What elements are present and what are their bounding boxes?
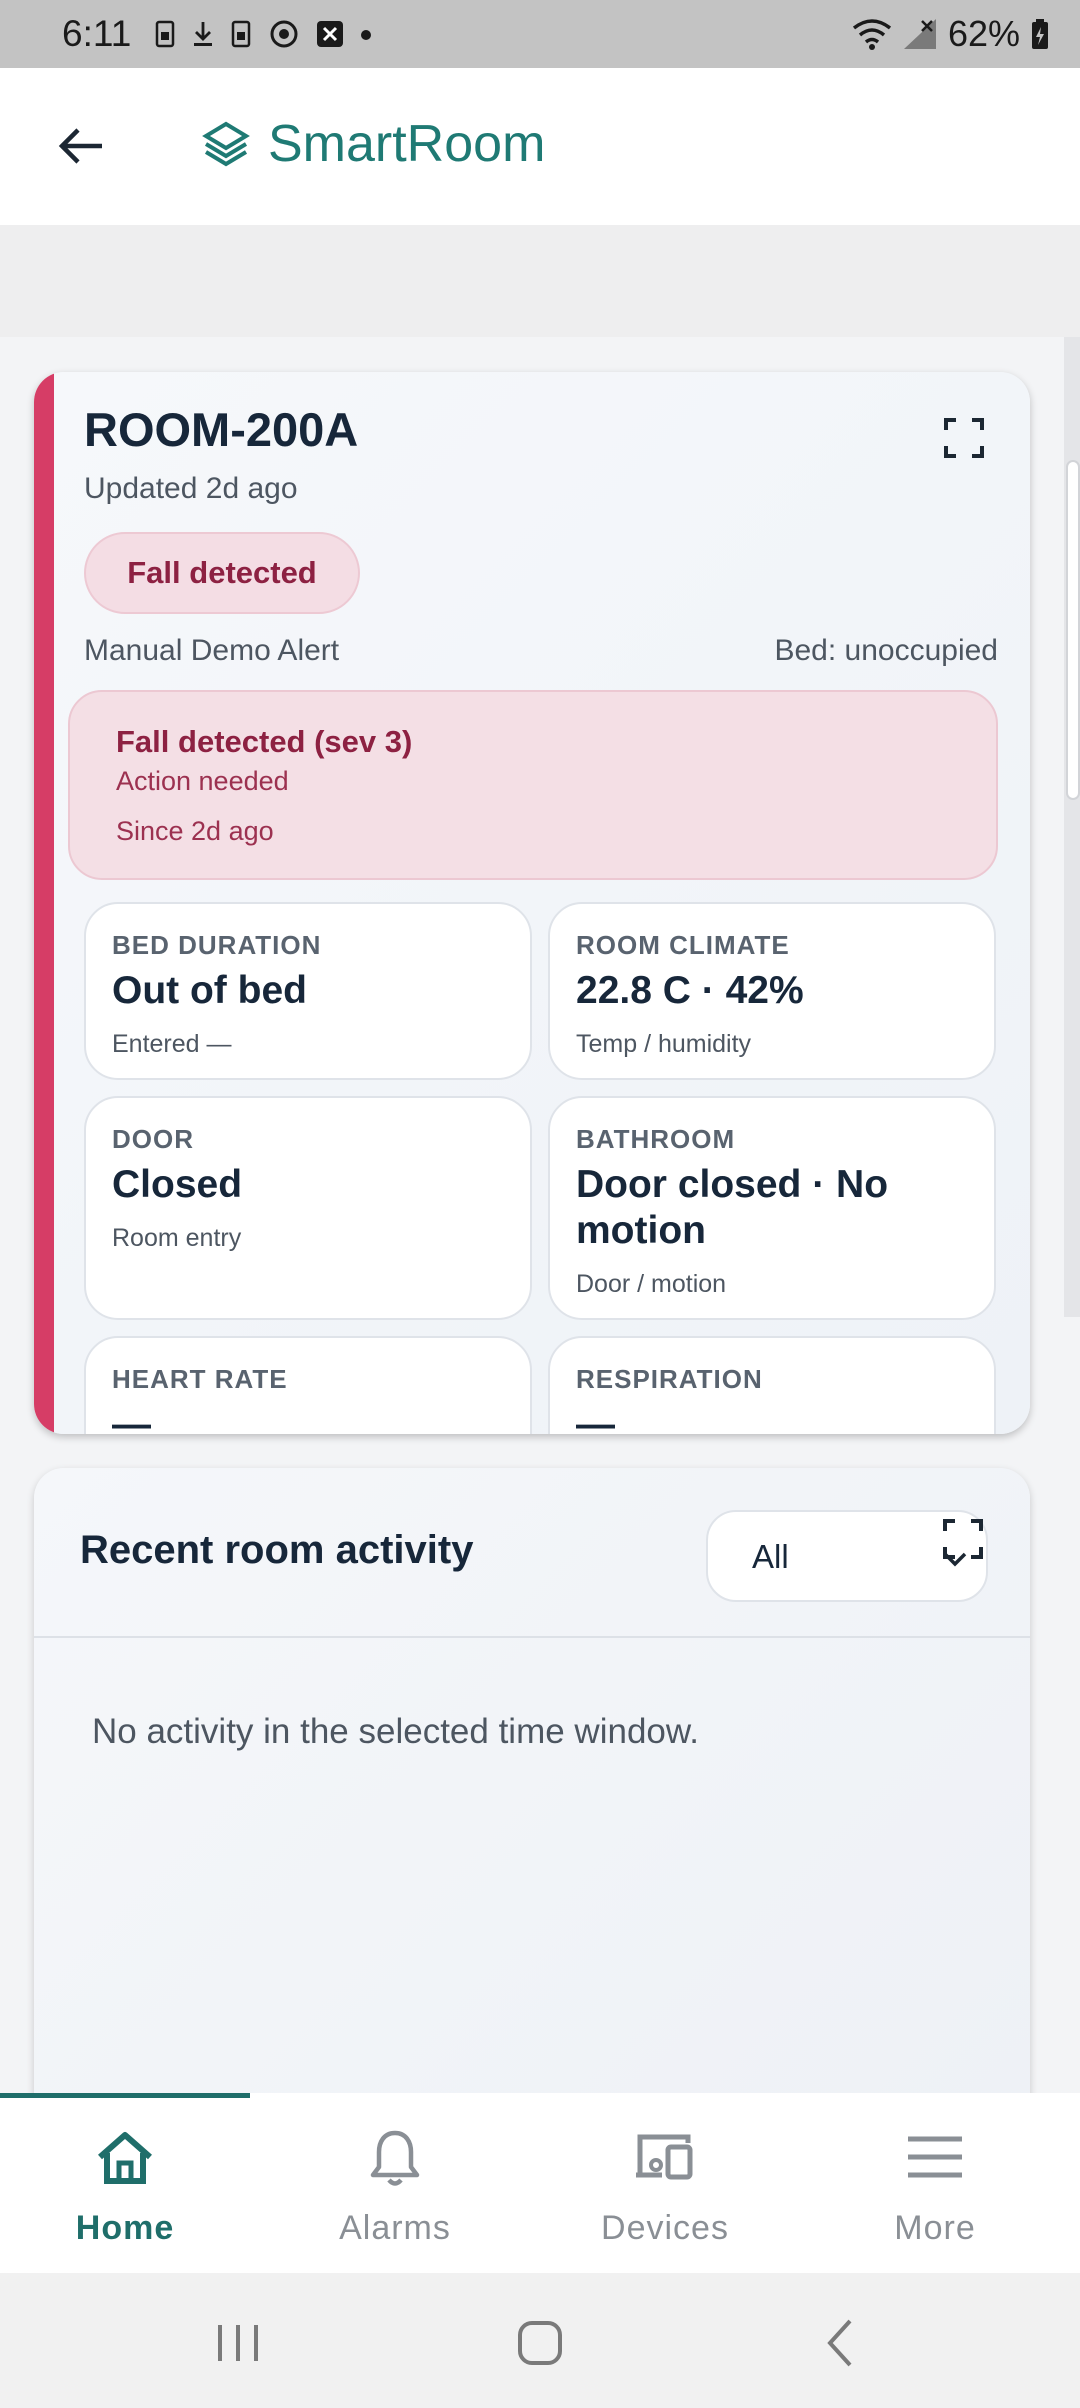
more-notifications-dot-icon <box>361 30 372 40</box>
menu-icon <box>908 2136 962 2178</box>
metric-respiration[interactable]: RESPIRATION — <box>548 1336 996 1434</box>
activity-title: Recent room activity <box>80 1528 474 1572</box>
metric-value: Closed <box>112 1163 243 1206</box>
recent-apps-icon[interactable] <box>208 2313 268 2373</box>
metric-bathroom[interactable]: BATHROOM Door closed · No motion Door / … <box>548 1096 996 1320</box>
nav-label: Devices <box>601 2209 729 2247</box>
metric-sub: Temp / humidity <box>576 1030 752 1058</box>
alert-name: Manual Demo Alert <box>84 634 340 667</box>
metric-heart-rate[interactable]: HEART RATE — <box>84 1336 532 1434</box>
devices-icon <box>636 2134 693 2180</box>
nav-more[interactable]: More <box>800 2093 1070 2273</box>
back-button[interactable] <box>52 118 108 174</box>
metric-value: 22.8 C · 42% <box>576 969 804 1012</box>
sim-card-icon-2 <box>232 20 251 48</box>
expand-icon[interactable] <box>942 416 986 460</box>
filter-selected-value: All <box>752 1538 789 1575</box>
metric-sub: Room entry <box>112 1224 242 1252</box>
activity-card: Recent room activity All No activity in … <box>34 1468 1030 2108</box>
system-status: 62% <box>852 13 1050 55</box>
metric-label: HEART RATE <box>112 1364 288 1394</box>
metric-value: — <box>576 1403 615 1434</box>
download-icon <box>194 22 213 46</box>
metric-bed-duration[interactable]: BED DURATION Out of bed Entered — <box>84 902 532 1080</box>
nav-alarms[interactable]: Alarms <box>260 2093 530 2273</box>
status-bar: 6:11 62% <box>0 0 1080 68</box>
severity-accent-bar <box>34 372 54 1434</box>
bed-status: Bed: unoccupied <box>774 634 998 667</box>
sim-card-icon <box>156 20 175 48</box>
metric-label: BATHROOM <box>576 1124 736 1154</box>
app-bar: SmartRoom <box>0 68 1080 225</box>
header-spacer <box>0 225 1080 337</box>
nav-home[interactable]: Home <box>0 2093 260 2273</box>
smartroom-logo-icon <box>202 121 250 167</box>
battery-icon <box>1032 19 1048 49</box>
metric-label: ROOM CLIMATE <box>576 930 790 960</box>
nav-label: Alarms <box>339 2209 451 2247</box>
alert-action: Action needed <box>116 766 289 796</box>
system-back-icon[interactable] <box>812 2313 872 2373</box>
metric-room-climate[interactable]: ROOM CLIMATE 22.8 C · 42% Temp / humidit… <box>548 902 996 1080</box>
metric-sub: Entered — <box>112 1030 232 1058</box>
notification-icons <box>153 19 373 49</box>
status-badge: Fall detected <box>84 532 360 614</box>
metric-value: Door closed · No motion <box>576 1163 889 1252</box>
arrow-left-icon <box>58 128 102 164</box>
metric-label: DOOR <box>112 1124 194 1154</box>
metric-value: — <box>112 1403 151 1434</box>
wifi-icon <box>852 19 892 50</box>
brand-name: SmartRoom <box>268 115 546 173</box>
system-navigation-bar <box>0 2273 1080 2408</box>
status-time: 6:11 <box>62 13 132 54</box>
nav-label: More <box>894 2209 976 2247</box>
alert-title: Fall detected (sev 3) <box>116 724 413 759</box>
battery-percentage: 62% <box>947 13 1020 54</box>
home-icon <box>98 2132 152 2184</box>
bottom-navigation: Home Alarms Devices More <box>0 2093 1080 2273</box>
room-card[interactable]: ROOM-200A Updated 2d ago Fall detected M… <box>34 372 1030 1434</box>
room-updated-time: Updated 2d ago <box>84 472 298 505</box>
nav-devices[interactable]: Devices <box>530 2093 800 2273</box>
metric-door[interactable]: DOOR Closed Room entry <box>84 1096 532 1320</box>
divider <box>34 1636 1030 1638</box>
room-title: ROOM-200A <box>84 403 359 456</box>
scrollbar-thumb[interactable] <box>1066 460 1080 800</box>
metric-label: RESPIRATION <box>576 1364 763 1394</box>
alert-banner[interactable]: Fall detected (sev 3) Action needed Sinc… <box>68 690 998 880</box>
sync-icon <box>270 20 298 48</box>
home-button-icon[interactable] <box>510 2313 570 2373</box>
app-notification-icon <box>317 21 344 47</box>
nav-label: Home <box>75 2209 175 2247</box>
brand-logo: SmartRoom <box>202 114 545 174</box>
metric-sub: Door / motion <box>576 1270 727 1298</box>
metric-value: Out of bed <box>112 969 307 1012</box>
alert-since: Since 2d ago <box>116 816 274 846</box>
cellular-signal-icon <box>903 19 936 49</box>
expand-icon[interactable] <box>942 1518 984 1560</box>
metric-label: BED DURATION <box>112 930 322 960</box>
empty-state-message: No activity in the selected time window. <box>92 1712 699 1751</box>
bell-icon <box>370 2130 420 2186</box>
